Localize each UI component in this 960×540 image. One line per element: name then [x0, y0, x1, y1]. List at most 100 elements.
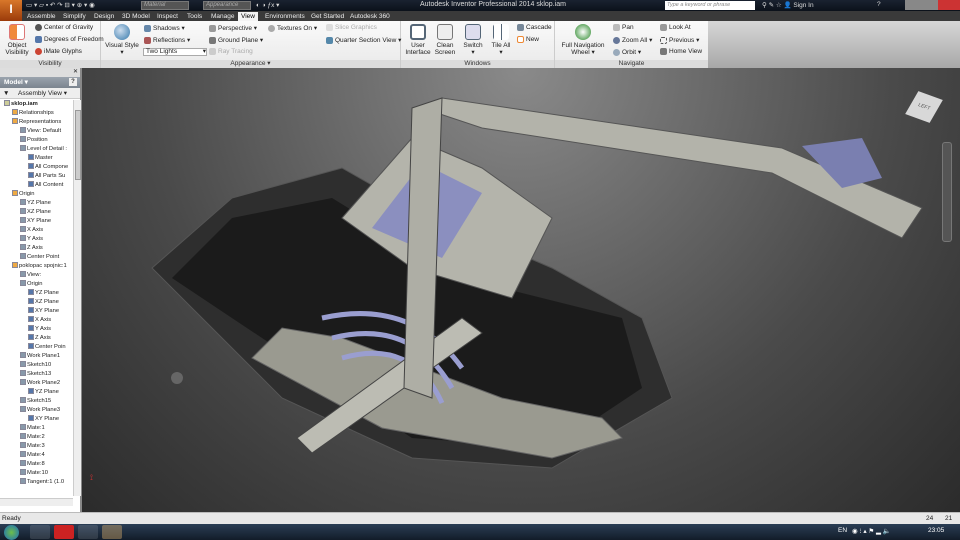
reflections-button[interactable]: Reflections ▾ — [144, 36, 190, 44]
tree-node[interactable]: Origin — [20, 280, 42, 289]
taskbar-inventor[interactable] — [102, 525, 122, 539]
tray-icons[interactable]: ◉ ⁝ ▴ ⚑ ▂ 🔈 — [852, 527, 891, 535]
model-browser-tab[interactable]: Model ▾? — [0, 77, 80, 88]
tree-node[interactable]: Mate:3 — [20, 442, 45, 451]
tree-node[interactable]: Center Point — [20, 253, 59, 262]
tree-node[interactable]: All Content — [28, 181, 63, 190]
tree-node[interactable]: View: Default — [20, 127, 61, 136]
tree-node[interactable]: Work Plane3 — [20, 406, 60, 415]
tree-node[interactable]: sklop.iam — [4, 100, 38, 109]
ground-plane-button[interactable]: Ground Plane ▾ — [209, 36, 263, 44]
browser-view-selector[interactable]: ▼ Assembly View ▾ — [0, 88, 80, 99]
appearance-dropdown[interactable]: Appearance — [203, 1, 251, 10]
material-dropdown[interactable]: Material — [141, 1, 189, 10]
browser-close-icon[interactable]: ✕ — [0, 68, 80, 77]
tree-node[interactable]: X Axis — [20, 226, 43, 235]
tab-environments[interactable]: Environments — [262, 12, 308, 21]
tree-node[interactable]: Mate:4 — [20, 451, 45, 460]
tree-node[interactable]: Representations — [12, 118, 61, 127]
help-icon[interactable]: ? — [877, 1, 897, 10]
tree-node[interactable]: Sketch15 — [20, 397, 51, 406]
tree-node[interactable]: Mate:8 — [20, 460, 45, 469]
tab-tools[interactable]: Tools — [184, 12, 205, 21]
pan-button[interactable]: Pan — [613, 24, 634, 31]
tab-design[interactable]: Design — [91, 12, 117, 21]
search-input[interactable]: Type a keyword or phrase — [665, 1, 755, 10]
slice-graphics-button[interactable]: Slice Graphics — [326, 24, 377, 31]
tree-node[interactable]: YZ Plane — [28, 388, 59, 397]
visual-style-button[interactable]: Visual Style ▾ — [104, 24, 140, 56]
quick-access-toolbar[interactable]: ▭ ▾ ▱ ▪ ↶ ↷ ⊟ ▾ ⊕ ▾ ◉ — [26, 1, 95, 10]
new-window-button[interactable]: New — [517, 36, 539, 43]
tree-node[interactable]: All Compone — [28, 163, 68, 172]
start-button[interactable] — [4, 525, 19, 540]
tree-node[interactable]: XZ Plane — [28, 298, 59, 307]
user-interface-button[interactable]: User Interface — [405, 24, 431, 56]
tree-node[interactable]: Master — [28, 154, 53, 163]
clean-screen-button[interactable]: Clean Screen — [433, 24, 457, 56]
object-visibility-button[interactable]: Object Visibility — [2, 24, 32, 56]
tree-node[interactable]: Work Plane1 — [20, 352, 60, 361]
tree-node[interactable]: View: — [20, 271, 41, 280]
browser-horizontal-scrollbar[interactable] — [0, 498, 73, 506]
tree-node[interactable]: Mate:2 — [20, 433, 45, 442]
assembly-section-model[interactable] — [82, 68, 960, 512]
help-tools[interactable]: ⚲ ✎ ☆ 👤 Sign In — [762, 1, 842, 10]
taskbar-explorer[interactable] — [30, 525, 50, 539]
tree-node[interactable]: All Parts Su — [28, 172, 65, 181]
tree-node[interactable]: Z Axis — [20, 244, 43, 253]
tree-node[interactable]: XZ Plane — [20, 208, 51, 217]
degrees-of-freedom-button[interactable]: Degrees of Freedom — [35, 36, 104, 43]
tab-3d-model[interactable]: 3D Model — [119, 12, 153, 21]
tree-node[interactable]: Sketch13 — [20, 370, 51, 379]
lighting-style-select[interactable]: Two Lights ▾ — [143, 48, 207, 56]
tree-node[interactable]: XY Plane — [28, 307, 59, 316]
imate-glyphs-button[interactable]: iMate Glyphs — [35, 48, 82, 55]
look-at-button[interactable]: Look At — [660, 24, 691, 31]
previous-view-button[interactable]: Previous ▾ — [660, 36, 699, 44]
tab-simplify[interactable]: Simplify — [60, 12, 89, 21]
quarter-section-view-button[interactable]: Quarter Section View ▾ — [326, 36, 401, 44]
tree-node[interactable]: Y Axis — [28, 325, 51, 334]
tree-node[interactable]: Tangent:1 (1.0 — [20, 478, 64, 487]
full-navigation-wheel-button[interactable]: Full Navigation Wheel ▾ — [558, 24, 608, 56]
sign-in-link[interactable]: Sign In — [793, 2, 813, 9]
tab-inspect[interactable]: Inspect — [154, 12, 181, 21]
zoom-all-button[interactable]: Zoom All ▾ — [613, 36, 652, 44]
home-view-button[interactable]: Home View — [660, 48, 702, 55]
tree-node[interactable]: YZ Plane — [28, 289, 59, 298]
tree-node[interactable]: Mate:10 — [20, 469, 48, 478]
window-controls[interactable] — [905, 0, 960, 10]
3d-viewport[interactable]: LEFT ⟟ — [82, 68, 960, 512]
tab-autodesk-360[interactable]: Autodesk 360 — [347, 12, 393, 21]
textures-on-button[interactable]: Textures On ▾ — [268, 24, 317, 32]
tab-assemble[interactable]: Assemble — [24, 12, 59, 21]
navigation-bar[interactable] — [942, 142, 952, 242]
filter-icon[interactable]: ▼ — [3, 88, 9, 99]
tree-node[interactable]: YZ Plane — [20, 199, 51, 208]
center-of-gravity-button[interactable]: Center of Gravity — [35, 24, 93, 31]
tree-node[interactable]: Position — [20, 136, 48, 145]
tree-node[interactable]: poklopac spojnic:1 — [12, 262, 67, 271]
shadows-button[interactable]: Shadows ▾ — [144, 24, 185, 32]
tab-manage[interactable]: Manage — [208, 12, 238, 21]
tree-node[interactable]: Center Poin — [28, 343, 66, 352]
taskbar-app-h[interactable] — [54, 525, 74, 539]
cascade-button[interactable]: Cascade — [517, 24, 552, 31]
application-menu-button[interactable]: I — [0, 0, 22, 21]
tree-node[interactable]: Mate:1 — [20, 424, 45, 433]
help-icon[interactable]: ? — [69, 78, 77, 86]
tree-node[interactable]: X Axis — [28, 316, 51, 325]
tree-node[interactable]: Sketch10 — [20, 361, 51, 370]
tree-node[interactable]: Level of Detail : — [20, 145, 67, 154]
quick-tools[interactable]: ◐ ◑ ƒx ▾ — [256, 1, 279, 10]
orbit-button[interactable]: Orbit ▾ — [613, 48, 641, 56]
perspective-button[interactable]: Perspective ▾ — [209, 24, 257, 32]
tab-get-started[interactable]: Get Started — [308, 12, 347, 21]
switch-button[interactable]: Switch ▾ — [461, 24, 485, 56]
tab-view[interactable]: View — [238, 12, 258, 21]
tree-node[interactable]: Origin — [12, 190, 34, 199]
taskbar-chrome[interactable] — [78, 525, 98, 539]
browser-vertical-scrollbar[interactable] — [73, 100, 81, 496]
tree-node[interactable]: XY Plane — [20, 217, 51, 226]
